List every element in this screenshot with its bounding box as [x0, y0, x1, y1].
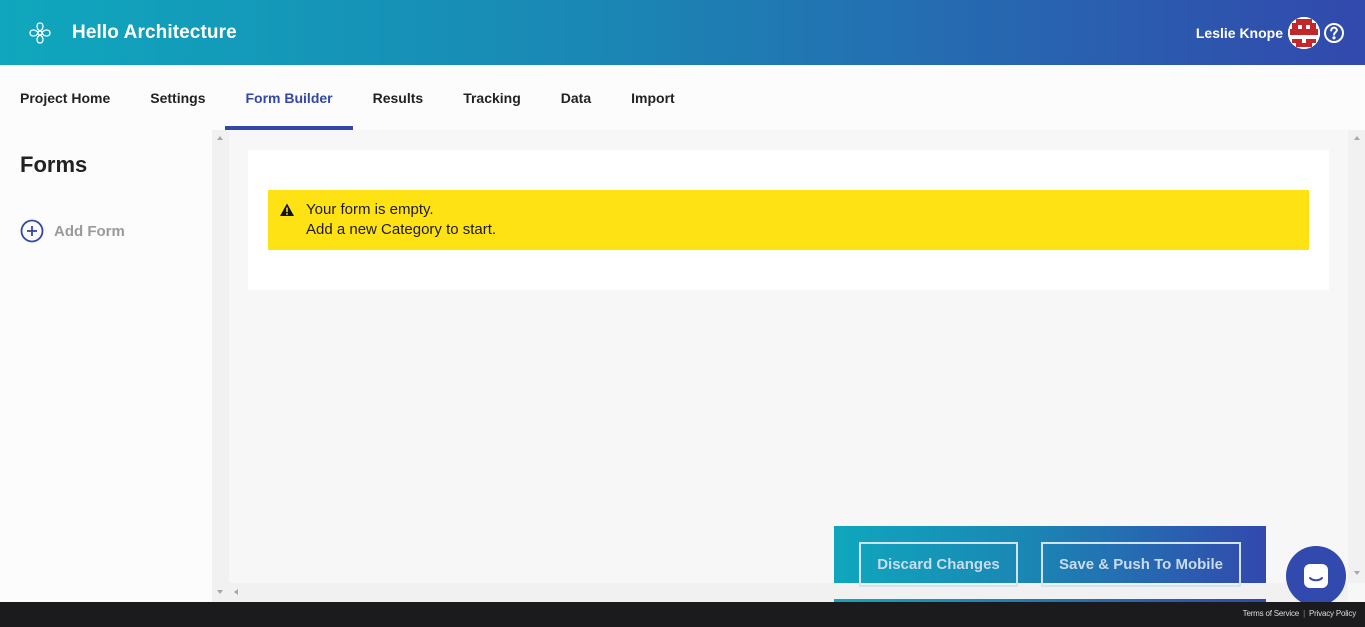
tab-data[interactable]: Data — [541, 65, 611, 130]
save-push-mobile-button[interactable]: Save & Push To Mobile — [1041, 542, 1241, 587]
page-footer: Terms of Service | Privacy Policy — [0, 602, 1365, 627]
tab-form-builder[interactable]: Form Builder — [225, 65, 353, 130]
empty-form-alert: Your form is empty. Add a new Category t… — [268, 190, 1309, 250]
avatar[interactable] — [1288, 16, 1320, 49]
tab-tracking[interactable]: Tracking — [443, 65, 541, 130]
add-form-button[interactable]: Add Form — [20, 219, 125, 243]
add-form-label[interactable]: Add Form — [54, 223, 125, 240]
plus-circle-icon[interactable] — [20, 219, 44, 243]
user-name[interactable]: Leslie Knope — [1196, 25, 1283, 41]
main-vertical-scrollbar[interactable] — [1348, 130, 1365, 583]
user-area: Leslie Knope — [1196, 0, 1345, 65]
tab-results[interactable]: Results — [353, 65, 444, 130]
main-nav: Project Home Settings Form Builder Resul… — [0, 65, 1365, 130]
action-panel: Discard Changes Save & Push To Mobile — [834, 526, 1266, 587]
scroll-left-arrow-icon[interactable] — [234, 589, 238, 595]
app-title[interactable]: Hello Architecture — [72, 22, 237, 44]
forms-sidebar: Forms Add Form — [0, 130, 212, 602]
form-builder-canvas: Your form is empty. Add a new Category t… — [229, 130, 1348, 583]
warning-triangle-icon — [280, 203, 294, 216]
scroll-up-arrow-icon[interactable] — [217, 136, 223, 140]
scroll-down-arrow-icon[interactable] — [217, 590, 223, 594]
forms-title: Forms — [20, 152, 88, 177]
fan-logo-icon[interactable] — [26, 19, 54, 47]
tab-import[interactable]: Import — [611, 65, 695, 130]
terms-of-service-link[interactable]: Terms of Service — [1243, 609, 1300, 618]
alert-line-1: Your form is empty. — [306, 201, 434, 218]
avatar-pixel-icon — [1288, 16, 1320, 49]
chat-icon — [1304, 564, 1328, 588]
app-header: Hello Architecture Leslie Knope — [0, 0, 1365, 65]
chat-launcher-button[interactable] — [1286, 546, 1346, 606]
scroll-down-arrow-icon[interactable] — [1354, 571, 1360, 575]
help-circle-icon[interactable] — [1323, 22, 1345, 44]
footer-separator: | — [1303, 609, 1305, 618]
tab-project-home[interactable]: Project Home — [0, 65, 130, 130]
scroll-up-arrow-icon[interactable] — [1354, 136, 1360, 140]
form-card: Your form is empty. Add a new Category t… — [248, 150, 1329, 290]
alert-line-2: Add a new Category to start. — [306, 221, 497, 238]
discard-changes-button[interactable]: Discard Changes — [859, 542, 1018, 587]
footer-links: Terms of Service | Privacy Policy — [1243, 609, 1357, 618]
tab-settings[interactable]: Settings — [130, 65, 225, 130]
alert-message: Your form is empty. Add a new Category t… — [306, 200, 496, 240]
sidebar-scrollbar[interactable] — [212, 130, 229, 602]
privacy-policy-link[interactable]: Privacy Policy — [1309, 609, 1356, 618]
